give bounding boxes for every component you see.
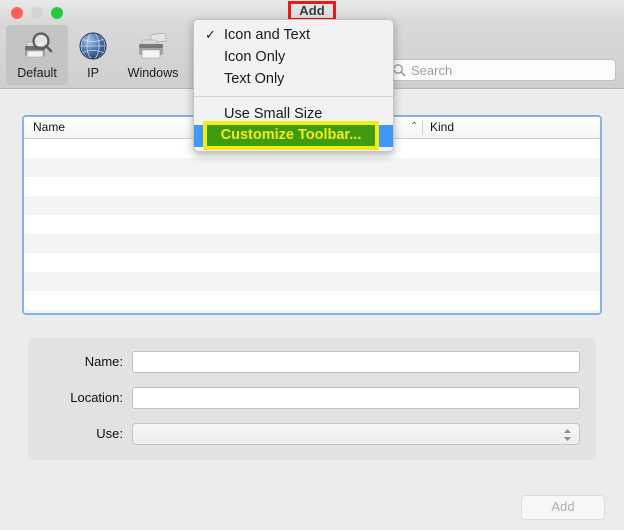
table-row[interactable] xyxy=(24,253,600,272)
location-input[interactable] xyxy=(132,387,580,409)
menu-separator xyxy=(194,96,393,97)
column-header-kind[interactable]: Kind xyxy=(430,120,454,134)
column-header-name[interactable]: Name xyxy=(33,120,65,134)
toolbar-context-menu: ✓ Icon and Text Icon Only Text Only Use … xyxy=(193,19,394,152)
printer-fax-icon xyxy=(116,28,190,64)
customize-toolbar-annotation: Customize Toolbar... xyxy=(203,121,379,150)
menu-item-label: Icon and Text xyxy=(224,27,310,43)
printer-magnifier-icon xyxy=(6,28,68,64)
globe-icon xyxy=(72,28,114,64)
location-label: Location: xyxy=(70,390,123,405)
toolbar-item-label: IP xyxy=(87,66,99,80)
list-body xyxy=(24,139,600,313)
name-label: Name: xyxy=(84,354,123,369)
printer-details-form: Name: Location: Use: xyxy=(28,338,596,460)
sort-ascending-icon: ⌃ xyxy=(410,121,419,132)
search-container xyxy=(386,59,616,81)
column-divider[interactable] xyxy=(422,120,423,135)
chevron-updown-icon xyxy=(561,426,573,444)
table-row[interactable] xyxy=(24,196,600,215)
window-title: Add xyxy=(299,3,325,18)
table-row[interactable] xyxy=(24,272,600,291)
table-row[interactable] xyxy=(24,177,600,196)
toolbar-item-ip[interactable]: IP xyxy=(72,25,114,85)
content-area: Name ⌃ Kind Name: Location: Use: Add xyxy=(0,89,624,530)
toolbar-item-label: Default xyxy=(17,66,57,80)
menu-item-icon-and-text[interactable]: ✓ Icon and Text xyxy=(194,24,393,46)
add-button[interactable]: Add xyxy=(521,495,605,520)
toolbar-item-label: Windows xyxy=(127,66,179,80)
search-input[interactable] xyxy=(386,59,616,81)
use-select[interactable] xyxy=(132,423,580,445)
menu-item-label: Text Only xyxy=(224,71,285,87)
add-printer-window: Add Default IP Windows Search Name ⌃ Kin… xyxy=(0,0,624,530)
menu-item-label: Use Small Size xyxy=(224,106,323,122)
menu-item-text-only[interactable]: Text Only xyxy=(194,68,393,90)
toolbar-item-windows[interactable]: Windows xyxy=(116,25,190,85)
table-row[interactable] xyxy=(24,234,600,253)
use-label: Use: xyxy=(96,426,123,441)
table-row[interactable] xyxy=(24,215,600,234)
menu-item-label: Icon Only xyxy=(224,49,286,65)
checkmark-icon: ✓ xyxy=(205,27,216,42)
toolbar-item-default[interactable]: Default xyxy=(6,25,68,85)
menu-item-customize-toolbar[interactable]: Customize Toolbar... Customize Toolbar..… xyxy=(194,121,393,150)
menu-item-icon-only[interactable]: Icon Only xyxy=(194,46,393,68)
name-input[interactable] xyxy=(132,351,580,373)
table-row[interactable] xyxy=(24,310,600,313)
table-row[interactable] xyxy=(24,291,600,310)
table-row[interactable] xyxy=(24,158,600,177)
